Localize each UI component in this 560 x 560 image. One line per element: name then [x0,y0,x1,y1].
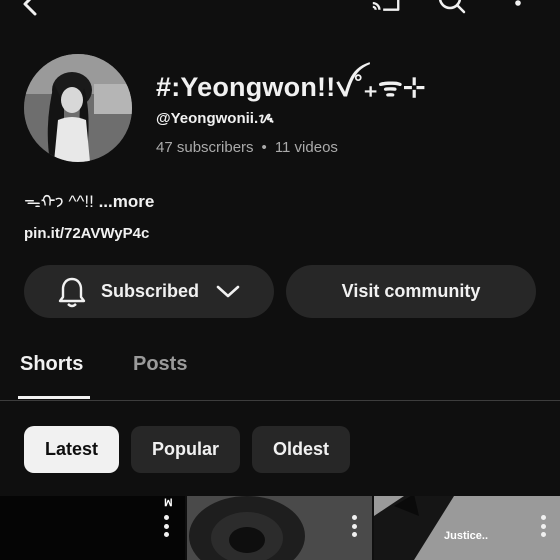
filter-latest[interactable]: Latest [24,426,119,473]
subscribed-label: Subscribed [100,281,200,301]
channel-stats: 47 subscribers • 11 videos [156,139,338,156]
stats-separator: • [261,139,267,156]
tab-shorts[interactable]: Shorts [20,353,83,376]
more-vert-icon [515,0,521,6]
tab-posts[interactable]: Posts [133,353,187,376]
active-tab-indicator [18,396,90,399]
short-thumbnail[interactable] [187,496,372,560]
search-button[interactable] [436,0,468,18]
tabs-divider [0,400,560,401]
cast-button[interactable] [370,0,402,18]
channel-link[interactable]: pin.it/72AVWyP4c [24,225,149,242]
chevron-down-icon [216,285,240,297]
bell-icon [58,277,86,307]
thumbnail-mark: ꟽ [164,498,173,509]
cast-icon [372,0,400,11]
thumbnail-image [374,496,560,560]
channel-avatar[interactable] [24,54,132,162]
back-arrow-icon [23,0,37,16]
channel-handle: @Yeongwonii.ᝰ [156,110,274,127]
short-thumbnail[interactable]: Justice.. [374,496,560,560]
subscriber-count: 47 subscribers [156,139,254,156]
more-link[interactable]: ...more [99,192,155,211]
visit-community-label: Visit community [341,281,481,301]
visit-community-button[interactable]: Visit community [286,265,536,318]
filter-oldest[interactable]: Oldest [252,426,350,473]
filter-popular[interactable]: Popular [131,426,240,473]
channel-description[interactable]: ᯓᡣ𐭩 ^^!! ...more [24,182,154,213]
back-button[interactable] [14,0,46,18]
subscribed-button[interactable]: Subscribed [24,265,274,318]
thumbnail-caption: Justice.. [444,530,489,542]
description-text: ᯓᡣ𐭩 ^^!! [24,192,94,211]
avatar-image [24,54,132,162]
search-icon [438,0,466,14]
more-vert-icon[interactable] [536,515,550,537]
more-vert-icon[interactable] [159,515,173,537]
thumbnail-image [187,496,372,560]
short-thumbnail[interactable]: ꟽ [0,496,185,560]
more-options-button[interactable] [502,0,534,18]
more-vert-icon[interactable] [347,515,361,537]
video-count: 11 videos [274,139,338,156]
